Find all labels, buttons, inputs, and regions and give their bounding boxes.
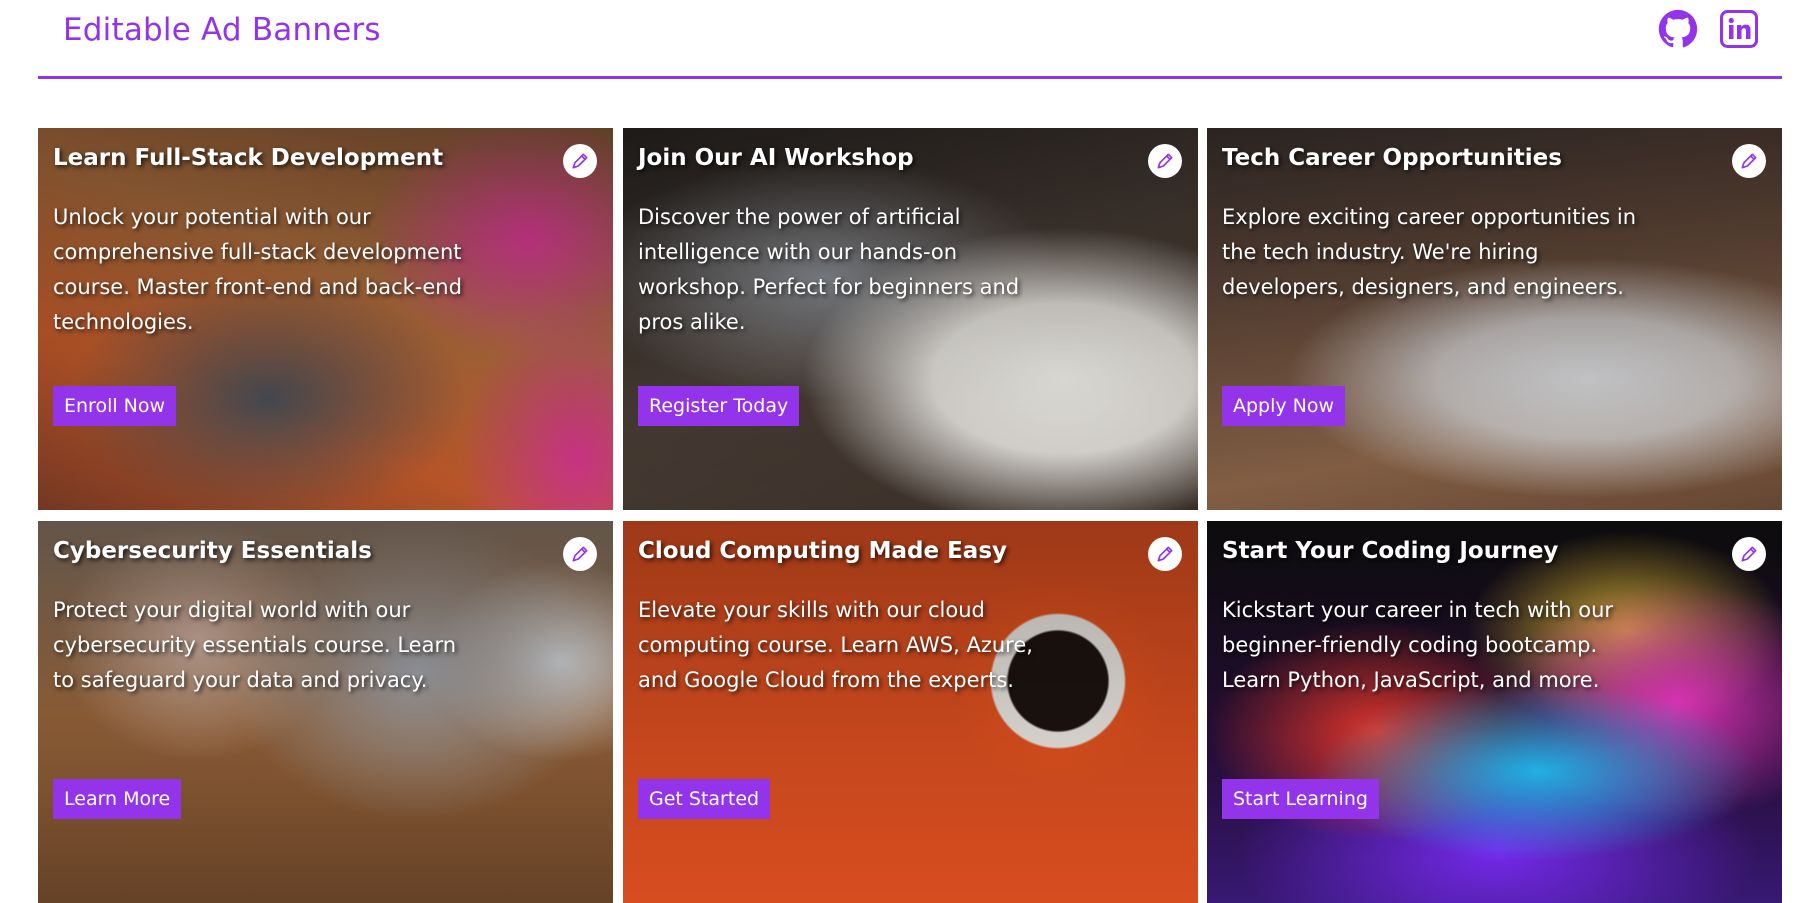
banner-title: Join Our AI Workshop [638, 145, 914, 171]
banner-card: Tech Career Opportunities Explore exciti… [1207, 128, 1782, 510]
pencil-icon [1157, 546, 1173, 562]
edit-banner-button[interactable] [563, 537, 597, 571]
banner-cta-button[interactable]: Apply Now [1222, 386, 1346, 426]
banner-cta-button[interactable]: Get Started [638, 779, 771, 819]
banner-description: Explore exciting career opportunities in… [1222, 205, 1637, 299]
pencil-icon [1741, 546, 1757, 562]
linkedin-icon[interactable] [1719, 9, 1759, 49]
banner-card: Cybersecurity Essentials Protect your di… [38, 521, 613, 903]
banner-description: Kickstart your career in tech with our b… [1222, 598, 1614, 692]
pencil-icon [1157, 153, 1173, 169]
banner-description: Unlock your potential with our comprehen… [53, 205, 462, 334]
banner-description: Discover the power of artificial intelli… [638, 205, 1020, 334]
banner-cta-button[interactable]: Learn More [53, 779, 182, 819]
edit-banner-button[interactable] [1732, 537, 1766, 571]
banner-card: Cloud Computing Made Easy Elevate your s… [623, 521, 1198, 903]
github-icon[interactable] [1658, 9, 1698, 49]
edit-banner-button[interactable] [1148, 144, 1182, 178]
banner-title: Cybersecurity Essentials [53, 538, 372, 564]
banner-cta-button[interactable]: Register Today [638, 386, 800, 426]
edit-banner-button[interactable] [1148, 537, 1182, 571]
page-title: Editable Ad Banners [63, 12, 381, 48]
banner-card: Start Your Coding Journey Kickstart your… [1207, 521, 1782, 903]
banner-description: Elevate your skills with our cloud compu… [638, 598, 1033, 692]
banner-card: Join Our AI Workshop Discover the power … [623, 128, 1198, 510]
header-bar: Editable Ad Banners [38, 0, 1782, 79]
banner-title: Tech Career Opportunities [1222, 145, 1562, 171]
banner-cta-button[interactable]: Enroll Now [53, 386, 177, 426]
pencil-icon [572, 546, 588, 562]
edit-banner-button[interactable] [563, 144, 597, 178]
banner-title: Learn Full-Stack Development [53, 145, 444, 171]
pencil-icon [572, 153, 588, 169]
pencil-icon [1741, 153, 1757, 169]
edit-banner-button[interactable] [1732, 144, 1766, 178]
banner-grid: Learn Full-Stack Development Unlock your… [38, 128, 1782, 903]
banner-title: Cloud Computing Made Easy [638, 538, 1008, 564]
banner-title: Start Your Coding Journey [1222, 538, 1559, 564]
banner-card: Learn Full-Stack Development Unlock your… [38, 128, 613, 510]
banner-cta-button[interactable]: Start Learning [1222, 779, 1379, 819]
banner-description: Protect your digital world with our cybe… [53, 598, 457, 692]
